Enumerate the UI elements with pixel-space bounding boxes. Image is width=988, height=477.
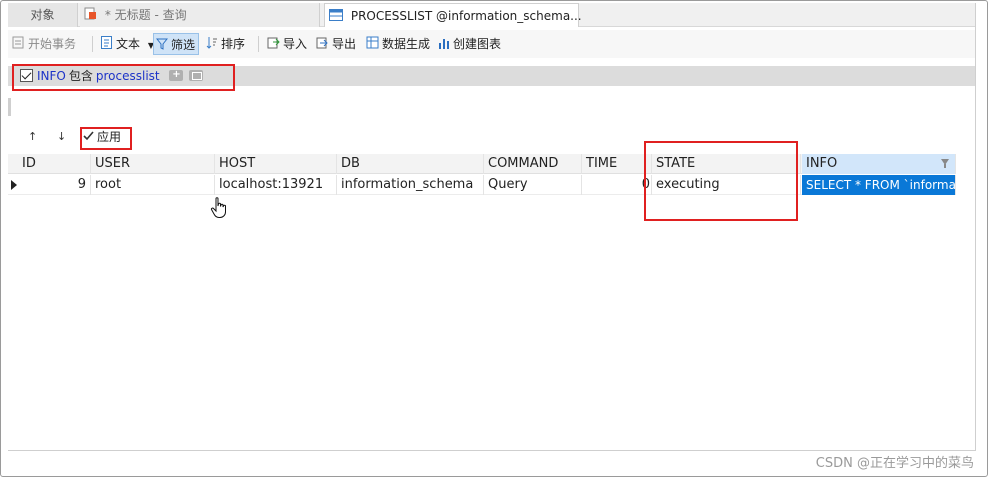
toolbar: 开始事务 文本 ▼ 筛选 排序 导入 导出 数据生成 创建图表 [8,30,976,58]
column-header-info[interactable]: INFO [802,154,956,174]
filter-label: 筛选 [171,38,196,52]
data-generation-button[interactable]: 数据生成 [364,33,433,55]
filter-button[interactable]: 筛选 [153,33,200,57]
tab-untitled-query[interactable]: * 无标题 - 查询 [80,3,320,27]
tab-bar: 对象 * 无标题 - 查询 PROCESSLIST @information_s… [8,3,976,27]
column-header-user[interactable]: USER [91,154,215,174]
funnel-icon [155,35,169,57]
annotation-box-filter [12,64,235,91]
tab-processlist[interactable]: PROCESSLIST @information_schema... [324,3,582,29]
sort-icon [206,34,218,56]
toolbar-divider [92,36,93,52]
column-header-info-label: INFO [806,156,838,171]
text-icon [100,34,113,56]
table-icon [329,5,343,29]
annotation-box-state [644,141,798,221]
panel-border-right [975,3,976,451]
cell-user[interactable]: root [91,175,215,195]
begin-transaction-button[interactable]: 开始事务 [10,33,79,55]
column-header-command[interactable]: COMMAND [484,154,582,174]
export-label: 导出 [332,37,357,51]
column-filter-icon[interactable] [941,159,949,168]
move-up-icon[interactable]: ↑ [28,130,37,143]
create-chart-button[interactable]: 创建图表 [436,33,504,55]
transaction-icon [12,34,25,56]
column-header-host[interactable]: HOST [215,154,337,174]
tab-processlist-label: PROCESSLIST @information_schema... [350,9,582,23]
data-generation-label: 数据生成 [382,37,431,51]
sort-label: 排序 [221,37,246,51]
move-down-icon[interactable]: ↓ [57,130,66,143]
panel-splitter[interactable] [8,98,11,116]
import-label: 导入 [283,37,308,51]
tab-objects-label: 对象 [30,8,55,22]
import-icon [267,34,280,56]
sort-button[interactable]: 排序 [204,33,248,55]
cell-host[interactable]: localhost:13921 [215,175,337,195]
data-generation-icon [366,34,379,56]
cell-info[interactable]: SELECT * FROM `informati [802,175,956,195]
grid-header: ID USER HOST DB COMMAND TIME STATE INFO [8,154,956,174]
toolbar-divider [258,36,259,52]
text-label: 文本 [116,37,141,51]
tab-query-label: * 无标题 - 查询 [104,8,187,22]
watermark: CSDN @正在学习中的菜鸟 [815,456,974,471]
table-row[interactable]: 9 root localhost:13921 information_schem… [8,175,956,195]
tab-objects[interactable]: 对象 [8,3,78,27]
cell-command[interactable]: Query [484,175,582,195]
cell-time[interactable]: 0 [582,175,652,195]
import-button[interactable]: 导入 [265,33,310,55]
cell-db[interactable]: information_schema [337,175,484,195]
hand-cursor-icon [210,197,226,218]
query-icon [84,4,97,28]
text-button[interactable]: 文本 ▼ [98,33,157,55]
export-icon [316,34,329,56]
panel-border-bottom [8,450,976,451]
cell-id[interactable]: 9 [18,175,91,195]
column-header-db[interactable]: DB [337,154,484,174]
annotation-box-apply [80,127,132,150]
create-chart-label: 创建图表 [453,37,502,51]
column-header-id[interactable]: ID [18,154,91,174]
export-button[interactable]: 导出 [314,33,359,55]
bar-chart-icon [438,34,450,56]
begin-transaction-label: 开始事务 [28,37,77,51]
column-header-time[interactable]: TIME [582,154,652,174]
